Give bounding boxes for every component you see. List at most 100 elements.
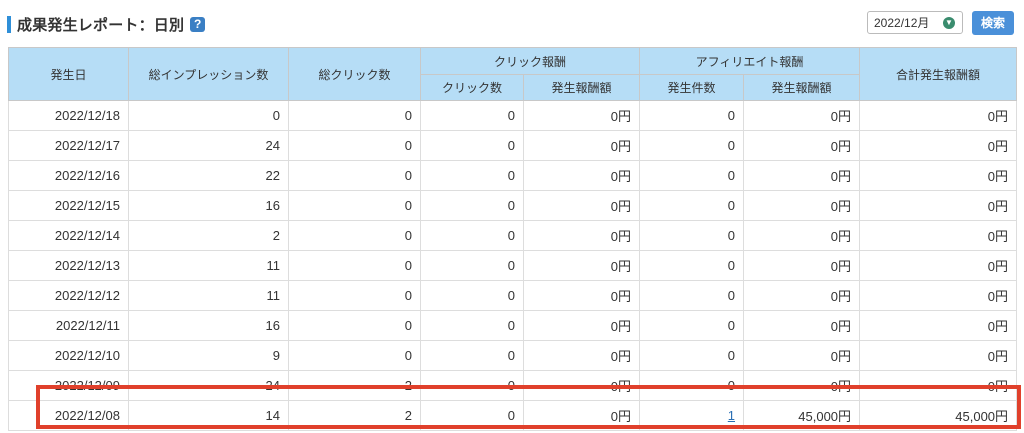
- cell-impressions: 2: [128, 220, 289, 251]
- cell-clicks: 0: [288, 190, 421, 221]
- search-button[interactable]: 検索: [972, 11, 1014, 35]
- cell-date: 2022/12/11: [8, 310, 129, 341]
- cell-total: 0円: [859, 310, 1018, 341]
- cell-click-amount: 0円: [522, 250, 641, 281]
- cell-aff-count: 0: [639, 340, 745, 371]
- cell-total: 0円: [859, 370, 1018, 401]
- cell-aff-amount: 0円: [743, 100, 861, 131]
- cell-aff-count: 0: [639, 310, 745, 341]
- cell-aff-amount: 0円: [743, 280, 861, 311]
- cell-clicks: 2: [288, 370, 421, 401]
- cell-click-count: 0: [420, 160, 524, 191]
- cell-aff-count: 0: [639, 250, 745, 281]
- cell-total: 45,000円: [859, 400, 1018, 431]
- table-row: 2022/12/15 16 0 0 0円 0 0円 0円: [8, 190, 1018, 221]
- cell-total: 0円: [859, 250, 1018, 281]
- cell-click-count: 0: [420, 340, 524, 371]
- cell-impressions: 24: [128, 370, 289, 401]
- cell-click-amount: 0円: [522, 190, 641, 221]
- cell-clicks: 0: [288, 100, 421, 131]
- cell-impressions: 11: [128, 280, 289, 311]
- cell-clicks: 0: [288, 160, 421, 191]
- cell-click-count: 0: [420, 280, 524, 311]
- table-row: 2022/12/09 24 2 0 0円 0 0円 0円: [8, 370, 1018, 401]
- partial-next-row: [8, 428, 1016, 433]
- cell-total: 0円: [859, 220, 1018, 251]
- cell-click-amount: 0円: [522, 340, 641, 371]
- cell-click-count: 0: [420, 400, 524, 431]
- table-row: 2022/12/11 16 0 0 0円 0 0円 0円: [8, 310, 1018, 341]
- cell-click-count: 0: [420, 250, 524, 281]
- cell-click-amount: 0円: [522, 370, 641, 401]
- table-row: 2022/12/13 11 0 0 0円 0 0円 0円: [8, 250, 1018, 281]
- cell-aff-amount: 0円: [743, 130, 861, 161]
- cell-clicks: 0: [288, 310, 421, 341]
- cell-date: 2022/12/16: [8, 160, 129, 191]
- cell-total: 0円: [859, 160, 1018, 191]
- cell-aff-amount: 0円: [743, 370, 861, 401]
- cell-click-amount: 0円: [522, 100, 641, 131]
- cell-date: 2022/12/17: [8, 130, 129, 161]
- table-row: 2022/12/08 14 2 0 0円 1 45,000円 45,000円: [8, 400, 1018, 431]
- col-header-clicks: 総クリック数: [288, 47, 421, 101]
- cell-impressions: 9: [128, 340, 289, 371]
- cell-click-count: 0: [420, 100, 524, 131]
- col-header-click-count: クリック数: [420, 74, 524, 101]
- chevron-down-icon: ▼: [943, 16, 955, 29]
- cell-aff-count: 0: [639, 220, 745, 251]
- col-header-aff-amount: 発生報酬額: [743, 74, 861, 101]
- title-accent-bar: [7, 15, 11, 33]
- aff-count-link[interactable]: 1: [728, 408, 735, 423]
- cell-click-amount: 0円: [522, 310, 641, 341]
- cell-aff-count: 1: [639, 400, 745, 431]
- cell-date: 2022/12/18: [8, 100, 129, 131]
- cell-aff-count: 0: [639, 160, 745, 191]
- cell-impressions: 22: [128, 160, 289, 191]
- cell-click-count: 0: [420, 370, 524, 401]
- cell-click-amount: 0円: [522, 400, 641, 431]
- col-header-impressions: 総インプレッション数: [128, 47, 289, 101]
- cell-clicks: 0: [288, 340, 421, 371]
- col-group-affiliate-reward: アフィリエイト報酬: [639, 47, 861, 75]
- cell-total: 0円: [859, 100, 1018, 131]
- cell-clicks: 2: [288, 400, 421, 431]
- cell-impressions: 16: [128, 310, 289, 341]
- table-body: 2022/12/18 0 0 0 0円 0 0円 0円 2022/12/17 24 0 0 0円 0 0円 0…: [8, 100, 1018, 431]
- cell-aff-amount: 0円: [743, 250, 861, 281]
- question-mark-icon[interactable]: ?: [190, 16, 206, 32]
- cell-aff-count: 0: [639, 130, 745, 161]
- col-group-click-reward: クリック報酬: [419, 47, 641, 75]
- cell-impressions: 24: [128, 130, 289, 161]
- cell-aff-count: 0: [639, 190, 745, 221]
- cell-total: 0円: [859, 190, 1018, 221]
- cell-impressions: 11: [128, 250, 289, 281]
- col-header-total: 合計発生報酬額: [859, 47, 1018, 101]
- table-row: 2022/12/12 11 0 0 0円 0 0円 0円: [8, 280, 1018, 311]
- col-header-click-amount: 発生報酬額: [522, 74, 641, 101]
- cell-date: 2022/12/08: [8, 400, 129, 431]
- cell-impressions: 16: [128, 190, 289, 221]
- cell-aff-count: 0: [639, 100, 745, 131]
- report-header: 成果発生レポート：日別 ? 2022/12月 ▼ 検索: [0, 0, 1024, 44]
- cell-click-amount: 0円: [522, 220, 641, 251]
- col-header-aff-count: 発生件数: [639, 74, 745, 101]
- col-header-date: 発生日: [8, 47, 129, 101]
- cell-aff-count: 0: [639, 280, 745, 311]
- cell-impressions: 0: [128, 100, 289, 131]
- page-title: 成果発生レポート：日別: [17, 16, 185, 34]
- table-row: 2022/12/17 24 0 0 0円 0 0円 0円: [8, 130, 1018, 161]
- month-select-value: 2022/12月: [874, 16, 930, 30]
- cell-aff-amount: 0円: [743, 340, 861, 371]
- cell-aff-amount: 0円: [743, 220, 861, 251]
- cell-total: 0円: [859, 130, 1018, 161]
- table-row: 2022/12/10 9 0 0 0円 0 0円 0円: [8, 340, 1018, 371]
- cell-aff-amount: 0円: [743, 190, 861, 221]
- cell-clicks: 0: [288, 130, 421, 161]
- cell-click-amount: 0円: [522, 160, 641, 191]
- month-select[interactable]: 2022/12月 ▼: [867, 11, 963, 34]
- title-area: 成果発生レポート：日別 ?: [7, 15, 206, 34]
- cell-aff-count: 0: [639, 370, 745, 401]
- cell-click-count: 0: [420, 310, 524, 341]
- cell-click-count: 0: [420, 190, 524, 221]
- cell-total: 0円: [859, 280, 1018, 311]
